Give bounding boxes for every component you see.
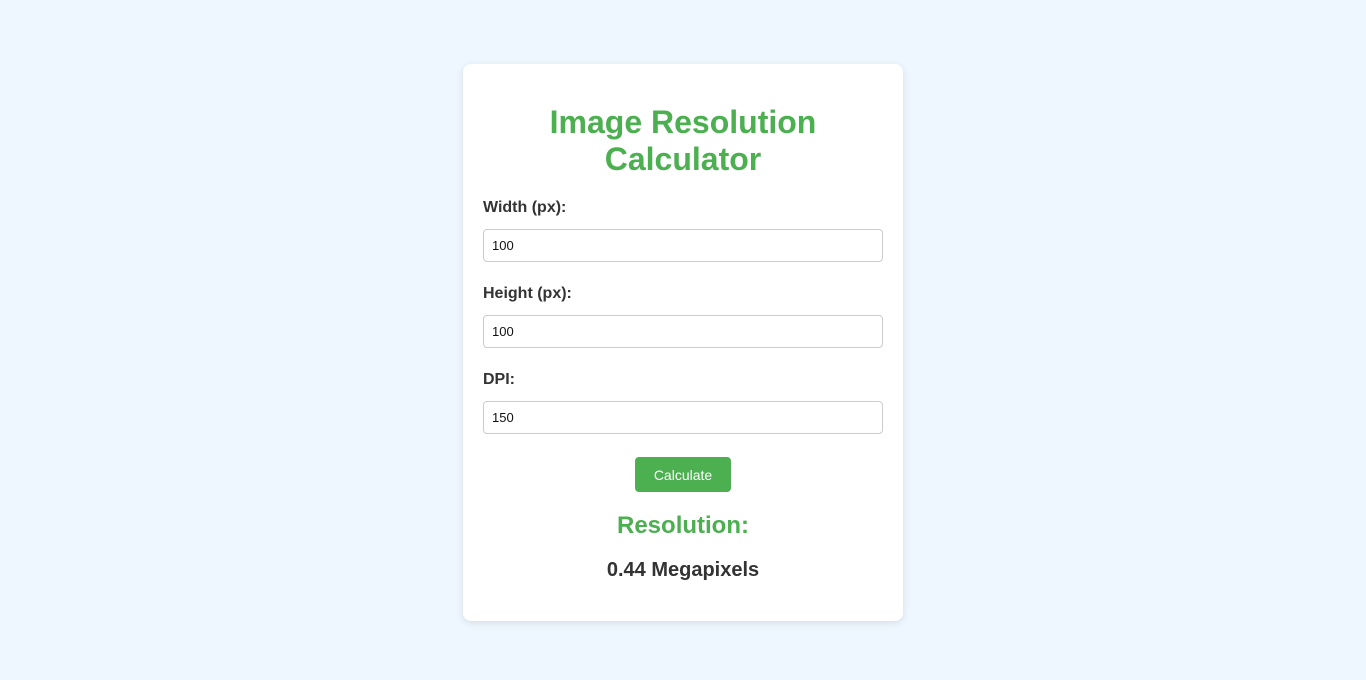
width-field-group: Width (px): <box>483 199 883 262</box>
dpi-label: DPI: <box>483 371 515 388</box>
result-value: 0.44 Megapixels <box>606 559 760 581</box>
height-input[interactable] <box>483 315 883 348</box>
page-title: Image Resolution Calculator <box>549 104 817 177</box>
width-label: Width (px): <box>483 199 567 216</box>
calculate-button[interactable]: Calculate <box>635 457 731 492</box>
height-label: Height (px): <box>483 285 572 302</box>
height-field-group: Height (px): <box>483 285 883 348</box>
dpi-field-group: DPI: <box>483 371 883 434</box>
result-heading: Resolution: <box>617 512 749 539</box>
dpi-input[interactable] <box>483 401 883 434</box>
width-input[interactable] <box>483 229 883 262</box>
calculator-card: Image Resolution Calculator Width (px): … <box>463 64 903 621</box>
